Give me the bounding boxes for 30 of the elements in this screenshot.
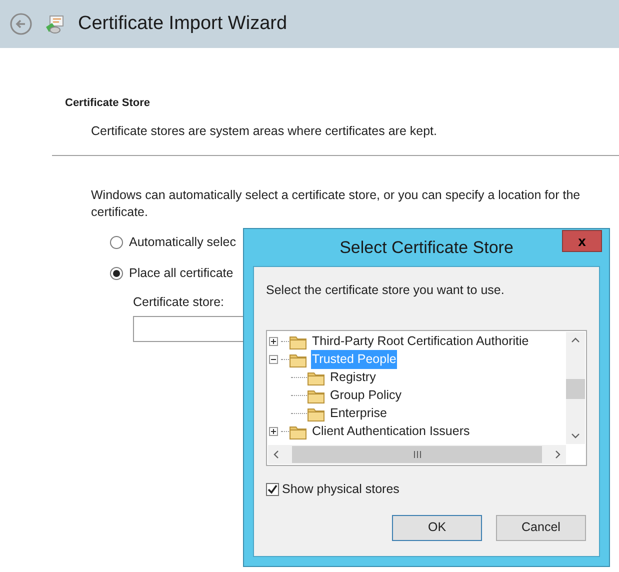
expand-icon[interactable] — [268, 337, 278, 346]
certificate-icon — [44, 13, 66, 35]
horizontal-scrollbar[interactable] — [268, 444, 566, 464]
section-heading: Certificate Store — [65, 96, 151, 111]
expand-icon[interactable] — [268, 427, 278, 436]
tree-item[interactable]: Client Authentication Issuers — [311, 422, 471, 442]
scrollbar-thumb[interactable] — [566, 378, 585, 399]
dialog-prompt: Select the certificate store you want to use. — [266, 282, 506, 299]
field-label: Certificate store: — [133, 294, 226, 311]
scrollbar-thumb[interactable] — [292, 446, 542, 463]
close-button[interactable]: x — [562, 230, 602, 252]
vertical-scrollbar[interactable] — [566, 332, 585, 444]
radio-label[interactable]: Automatically selec — [129, 233, 236, 252]
window-title: Certificate Import Wizard — [78, 12, 288, 36]
dialog-title: Select Certificate Store — [340, 236, 514, 259]
grip-icon — [412, 450, 422, 458]
radio-button[interactable] — [110, 266, 123, 280]
tree-item[interactable]: Enterprise — [329, 404, 388, 424]
collapse-icon[interactable] — [268, 355, 278, 364]
checkbox[interactable] — [266, 482, 279, 496]
radio-label[interactable]: Place all certificate — [129, 264, 234, 283]
radio-button[interactable] — [110, 236, 123, 250]
dialog-button[interactable]: Cancel — [496, 514, 586, 540]
tree-item[interactable]: Group Policy — [329, 386, 403, 406]
tree-item[interactable]: Registry — [329, 368, 377, 388]
instruction-text: Windows can automatically select a certificate store, or you can specify a location for the certificate. — [91, 187, 582, 222]
section-subtitle: Certificate stores are system areas where certificates are kept. — [91, 122, 438, 140]
dialog-button[interactable]: OK — [392, 514, 482, 540]
checkbox-label[interactable]: Show physical stores — [282, 480, 400, 498]
tree-item[interactable]: Third-Party Root Certification Authoritie — [311, 332, 530, 352]
